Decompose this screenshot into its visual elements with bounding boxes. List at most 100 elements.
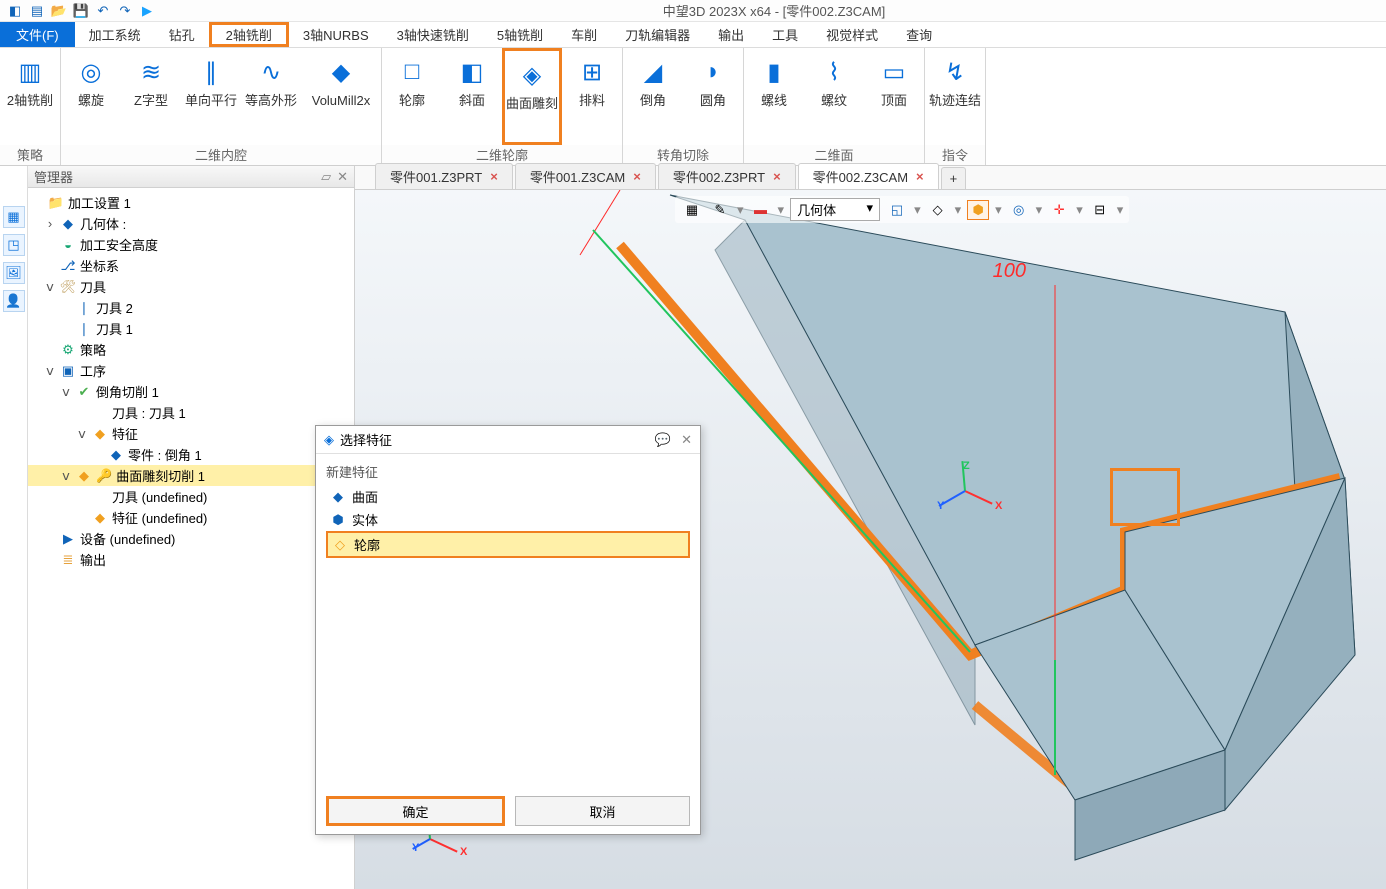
ribbon-btn-label: Z字型	[134, 94, 168, 108]
dialog-help-icon[interactable]: 💬	[655, 432, 671, 448]
doc-tab-0[interactable]: 零件001.Z3PRT×	[375, 163, 513, 189]
ribbon-btn-转角切除-1[interactable]: ◗圆角	[683, 48, 743, 145]
ribbon-btn-二维内腔-0[interactable]: ◎螺旋	[61, 48, 121, 145]
dialog-titlebar[interactable]: ◈ 选择特征 💬 ✕	[316, 426, 700, 454]
ribbon-btn-二维轮廓-3[interactable]: ⊞排料	[562, 48, 622, 145]
new-icon[interactable]: ▤	[28, 2, 46, 20]
tree-item-4[interactable]: ⅴ🛠刀具	[28, 276, 354, 297]
tree-twisty-icon[interactable]: ⅴ	[44, 279, 56, 295]
close-icon[interactable]: ×	[633, 169, 641, 184]
ribbon-btn-转角切除-0[interactable]: ◢倒角	[623, 48, 683, 145]
ok-button[interactable]: 确定	[326, 796, 505, 826]
tree-node-label: 坐标系	[80, 256, 119, 275]
float-icon[interactable]: ▱	[321, 169, 331, 185]
tree-item-0[interactable]: 📁加工设置 1	[28, 192, 354, 213]
ribbon-btn-二维内腔-4[interactable]: ◆VoluMill2x	[301, 48, 381, 145]
dialog-close-icon[interactable]: ✕	[681, 432, 692, 448]
image-icon[interactable]: 🖼	[3, 262, 25, 284]
file-menu-button[interactable]: 文件(F)	[0, 22, 75, 47]
menu-tab-3[interactable]: 3轴NURBS	[289, 22, 383, 47]
tree-twisty-icon[interactable]: ⅴ	[60, 384, 72, 400]
tree-item-2[interactable]: ◒加工安全高度	[28, 234, 354, 255]
menu-tab-6[interactable]: 车削	[557, 22, 611, 47]
tree-item-12[interactable]: ◆零件 : 倒角 1	[28, 444, 354, 465]
ribbon-btn-二维面-1[interactable]: ⌇螺纹	[804, 48, 864, 145]
menu-tab-4[interactable]: 3轴快速铣削	[383, 22, 483, 47]
tree-item-5[interactable]: ❘刀具 2	[28, 297, 354, 318]
tree-item-13[interactable]: ⅴ◆🔑曲面雕刻切削 1	[28, 465, 354, 486]
run-icon[interactable]: ▶	[138, 2, 156, 20]
open-icon[interactable]: 📂	[50, 2, 68, 20]
feature-list[interactable]: ◆曲面⬢实体◇轮廓	[326, 485, 690, 558]
close-icon[interactable]: ×	[490, 169, 498, 184]
tree-item-9[interactable]: ⅴ✔倒角切削 1	[28, 381, 354, 402]
manager-panel: 管理器 ▱ ✕ 📁加工设置 1›◆几何体 :◒加工安全高度⎇坐标系ⅴ🛠刀具❘刀具…	[28, 166, 355, 889]
tree-twisty-icon[interactable]: ⅴ	[44, 363, 56, 379]
tree-item-14[interactable]: 刀具 (undefined)	[28, 486, 354, 507]
target-icon[interactable]: ◎	[1008, 200, 1030, 220]
tree-twisty-icon[interactable]: ⅴ	[60, 468, 72, 484]
menu-tab-10[interactable]: 视觉样式	[812, 22, 892, 47]
tree-item-6[interactable]: ❘刀具 1	[28, 318, 354, 339]
tree-item-1[interactable]: ›◆几何体 :	[28, 213, 354, 234]
wire-icon[interactable]: ◇	[927, 200, 949, 220]
close-icon[interactable]: ×	[916, 169, 924, 184]
ribbon-btn-二维轮廓-0[interactable]: □轮廓	[382, 48, 442, 145]
doc-tab-2[interactable]: 零件002.Z3PRT×	[658, 163, 796, 189]
user-icon[interactable]: 👤	[3, 290, 25, 312]
feature-item-0[interactable]: ◆曲面	[326, 485, 690, 508]
redo-icon[interactable]: ↷	[116, 2, 134, 20]
tree-item-10[interactable]: 刀具 : 刀具 1	[28, 402, 354, 423]
doc-tab-3[interactable]: 零件002.Z3CAM×	[798, 163, 939, 189]
setup-tree[interactable]: 📁加工设置 1›◆几何体 :◒加工安全高度⎇坐标系ⅴ🛠刀具❘刀具 2❘刀具 1⚙…	[28, 188, 354, 889]
menu-tab-9[interactable]: 工具	[758, 22, 812, 47]
tree-item-11[interactable]: ⅴ◆特征	[28, 423, 354, 444]
feature-item-1[interactable]: ⬢实体	[326, 508, 690, 531]
box-blue-icon[interactable]: ◱	[886, 200, 908, 220]
ribbon-btn-二维面-0[interactable]: ▮螺线	[744, 48, 804, 145]
undo-icon[interactable]: ↶	[94, 2, 112, 20]
ribbon-btn-二维内腔-2[interactable]: ∥单向平行	[181, 48, 241, 145]
shade-icon[interactable]: ⬢	[967, 200, 989, 220]
close-icon[interactable]: ✕	[337, 169, 348, 185]
menu-tab-7[interactable]: 刀轨编辑器	[611, 22, 704, 47]
key-icon: 🔑	[96, 468, 112, 484]
filter-select[interactable]: 几何体▾	[790, 198, 880, 221]
grid-icon[interactable]: ▦	[681, 200, 703, 220]
feature-item-2[interactable]: ◇轮廓	[326, 531, 690, 558]
ribbon-btn-二维面-2[interactable]: ▭顶面	[864, 48, 924, 145]
close-icon[interactable]: ×	[773, 169, 781, 184]
tree-item-15[interactable]: ◆特征 (undefined)	[28, 507, 354, 528]
app-icon[interactable]: ◧	[6, 2, 24, 20]
tree-item-7[interactable]: ⚙策略	[28, 339, 354, 360]
crosshair-icon[interactable]: ✛	[1048, 200, 1070, 220]
section-icon[interactable]: ⊟	[1089, 200, 1111, 220]
ribbon-btn-二维轮廓-1[interactable]: ◧斜面	[442, 48, 502, 145]
tree-twisty-icon[interactable]: ›	[44, 216, 56, 231]
cancel-button[interactable]: 取消	[515, 796, 690, 826]
tree-item-16[interactable]: ▶设备 (undefined)	[28, 528, 354, 549]
menu-tab-5[interactable]: 5轴铣削	[483, 22, 557, 47]
doc-tab-1[interactable]: 零件001.Z3CAM×	[515, 163, 656, 189]
ribbon-btn-二维内腔-1[interactable]: ≋Z字型	[121, 48, 181, 145]
menu-tab-1[interactable]: 钻孔	[155, 22, 209, 47]
ribbon-btn-策略-0[interactable]: ▥2轴铣削	[0, 48, 60, 145]
ribbon-btn-二维轮廓-2[interactable]: ◈曲面雕刻	[502, 48, 562, 145]
ribbon-btn-二维内腔-3[interactable]: ∿等高外形	[241, 48, 301, 145]
menu-tab-11[interactable]: 查询	[892, 22, 946, 47]
menu-tab-8[interactable]: 输出	[704, 22, 758, 47]
ribbon-btn-label: 等高外形	[245, 94, 297, 108]
ribbon-btn-指令-0[interactable]: ↯轨迹连结	[925, 48, 985, 145]
pen-icon[interactable]: ✎	[709, 200, 731, 220]
tree-item-17[interactable]: ≣输出	[28, 549, 354, 570]
menu-tab-2[interactable]: 2轴铣削	[209, 22, 289, 47]
tree-item-8[interactable]: ⅴ▣工序	[28, 360, 354, 381]
tree-item-3[interactable]: ⎇坐标系	[28, 255, 354, 276]
menu-tab-0[interactable]: 加工系统	[75, 22, 155, 47]
save-icon[interactable]: 💾	[72, 2, 90, 20]
palette-icon[interactable]: ▦	[3, 206, 25, 228]
tree-twisty-icon[interactable]: ⅴ	[76, 426, 88, 442]
new-tab-button[interactable]: +	[941, 167, 967, 189]
color-icon[interactable]: ▬	[750, 200, 772, 220]
cube-icon[interactable]: ◳	[3, 234, 25, 256]
